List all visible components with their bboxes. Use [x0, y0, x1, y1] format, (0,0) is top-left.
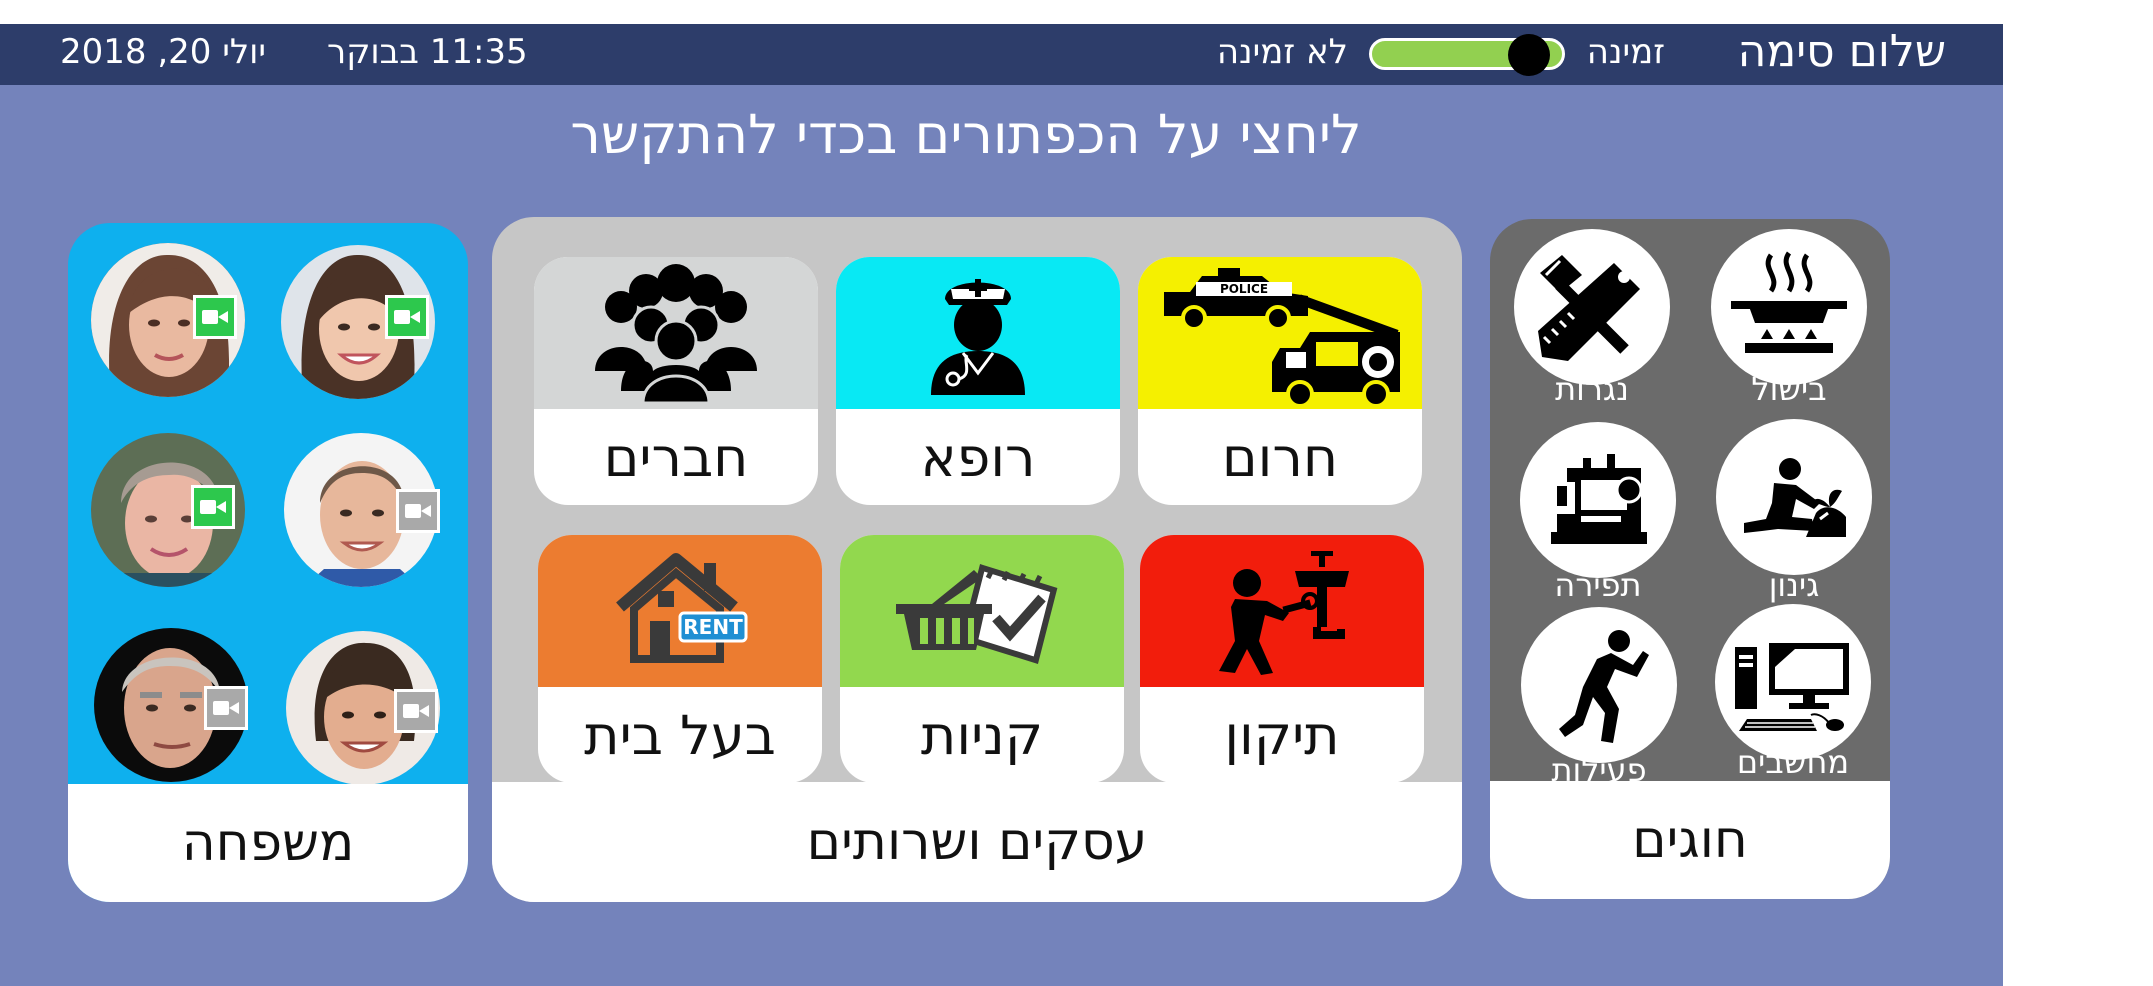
plumber-icon: [1219, 551, 1349, 675]
availability-toggle[interactable]: [1369, 34, 1565, 76]
tile-emergency-label: חרום: [1221, 425, 1339, 489]
contact-photo-1[interactable]: [91, 243, 245, 397]
tile-doctor-icon-area: [836, 257, 1120, 409]
contact-photo-6[interactable]: [286, 631, 440, 785]
rent-sign: RENT: [683, 615, 743, 639]
hobby-sewing-circle[interactable]: [1520, 422, 1676, 578]
video-camera-icon: [200, 500, 226, 514]
contact-photo-4[interactable]: [284, 433, 440, 587]
business-title[interactable]: עסקים ושרותים: [492, 782, 1462, 902]
instruction-text: ליחצי על הכפתורים בכדי להתקשר: [570, 103, 1362, 166]
hobby-sewing[interactable]: תפירה: [1520, 422, 1676, 603]
sewing-machine-icon: [1551, 454, 1647, 544]
hobby-computers-label: מחשבים: [1736, 743, 1850, 781]
hobby-sewing-label: תפירה: [1554, 566, 1642, 604]
hobby-gardening-label: גינון: [1768, 566, 1820, 604]
hobbies-panel: בישול נגרות גינון תפירה מחשבים פעילות חו…: [1490, 219, 1890, 899]
tile-doctor-label: רופא: [920, 425, 1036, 489]
hobby-carpentry-label: נגרות: [1555, 370, 1629, 408]
police-sign: POLICE: [1220, 282, 1268, 296]
hobby-activity[interactable]: פעילות: [1521, 607, 1677, 788]
video-camera-icon: [213, 701, 239, 715]
tile-shopping-label: קניות: [920, 703, 1044, 767]
tile-shopping-icon-area: [840, 535, 1124, 687]
cooking-pan-icon: [1731, 251, 1847, 353]
tile-friends-icon-area: [534, 257, 818, 409]
video-call-badge-4[interactable]: [396, 489, 440, 533]
tile-friends-label: חברים: [603, 425, 749, 489]
tile-doctor[interactable]: רופא: [836, 257, 1120, 505]
hobby-cooking-circle[interactable]: [1711, 229, 1867, 385]
hobby-carpentry[interactable]: נגרות: [1514, 229, 1670, 407]
tile-emergency[interactable]: POLICE חרום: [1138, 257, 1422, 505]
contact-photo-3[interactable]: [91, 433, 245, 587]
family-title[interactable]: משפחה: [68, 784, 468, 902]
top-bar: שלום סימה זמינה לא זמינה 11:35 בבוקר יול…: [0, 24, 2003, 85]
stretching-person-icon: [1559, 630, 1649, 743]
police-car-fire-truck-icon: POLICE: [1164, 268, 1400, 408]
tile-repair[interactable]: תיקון: [1140, 535, 1424, 783]
house-for-rent-icon: RENT: [616, 553, 748, 663]
video-camera-icon: [394, 310, 420, 324]
gardening-icon: [1744, 458, 1846, 537]
hobby-cooking[interactable]: בישול: [1711, 229, 1867, 407]
video-call-badge-6[interactable]: [394, 689, 438, 733]
video-camera-icon: [202, 310, 228, 324]
video-camera-icon: [405, 504, 431, 518]
app-screen: שלום סימה זמינה לא זמינה 11:35 בבוקר יול…: [0, 24, 2003, 986]
toggle-knob[interactable]: [1508, 34, 1550, 76]
hobby-activity-circle[interactable]: [1521, 607, 1677, 763]
family-panel: משפחה: [68, 223, 468, 902]
unavailable-label: לא זמינה: [1216, 32, 1348, 72]
hobby-carpentry-circle[interactable]: [1514, 229, 1670, 385]
tile-repair-label: תיקון: [1224, 703, 1340, 767]
tile-repair-icon-area: [1140, 535, 1424, 687]
video-call-badge-1[interactable]: [193, 295, 237, 339]
available-label: זמינה: [1586, 32, 1665, 72]
video-camera-icon: [403, 704, 429, 718]
contact-photo-5[interactable]: [94, 628, 248, 782]
hobby-gardening[interactable]: גינון: [1716, 419, 1872, 603]
greeting: שלום סימה: [1737, 26, 1946, 77]
group-of-people-icon: [595, 264, 757, 403]
tile-emergency-icon-area: POLICE: [1138, 257, 1422, 409]
tile-landlord[interactable]: RENT בעל בית: [538, 535, 822, 783]
current-time: 11:35 בבוקר: [327, 32, 528, 72]
hobby-computers-circle[interactable]: [1715, 604, 1871, 760]
shopping-basket-checklist-icon: [896, 564, 1058, 664]
business-panel: POLICE חרום רופא חברים תיקון קניות RENT …: [492, 217, 1462, 902]
hobbies-title[interactable]: חוגים: [1490, 781, 1890, 899]
tile-shopping[interactable]: קניות: [840, 535, 1124, 783]
video-call-badge-2[interactable]: [385, 295, 429, 339]
tile-landlord-icon-area: RENT: [538, 535, 822, 687]
hobby-computers[interactable]: מחשבים: [1715, 604, 1871, 780]
nurse-icon: [931, 279, 1025, 395]
tile-landlord-label: בעל בית: [584, 703, 776, 767]
desktop-computer-icon: [1735, 643, 1849, 731]
hobby-cooking-label: בישול: [1751, 370, 1827, 408]
current-date: יולי 20, 2018: [60, 32, 267, 72]
video-call-badge-5[interactable]: [204, 686, 248, 730]
contact-photo-2[interactable]: [281, 245, 435, 399]
hammer-saw-icon: [1538, 255, 1640, 361]
tile-friends[interactable]: חברים: [534, 257, 818, 505]
video-call-badge-3[interactable]: [191, 485, 235, 529]
hobby-gardening-circle[interactable]: [1716, 419, 1872, 575]
